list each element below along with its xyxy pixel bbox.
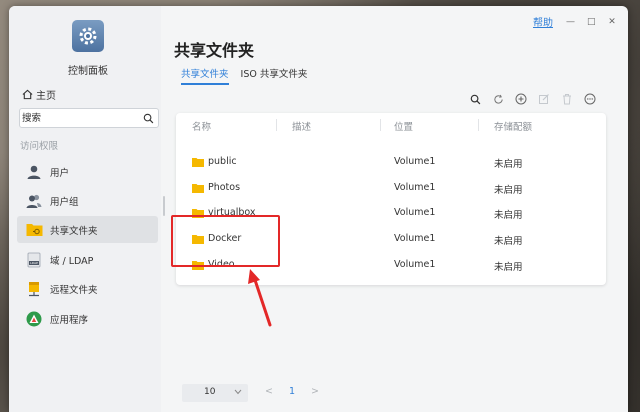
sidebar: 控制面板 主页 访问权限 用户 用户组 xyxy=(9,6,165,412)
sidebar-search-box[interactable] xyxy=(19,108,159,128)
sidebar-item-domain-ldap[interactable]: LDAP 域 / LDAP xyxy=(17,246,158,273)
sidebar-item-label: 用户 xyxy=(50,167,70,179)
chevron-down-icon xyxy=(234,389,242,395)
table-toolbar xyxy=(468,92,597,106)
page-size-select[interactable]: 10 xyxy=(182,384,248,402)
current-page[interactable]: 1 xyxy=(289,386,295,397)
column-divider xyxy=(478,119,479,131)
sidebar-item-applications[interactable]: 应用程序 xyxy=(17,305,158,332)
sidebar-item-label: 域 / LDAP xyxy=(50,255,94,267)
refresh-icon[interactable] xyxy=(491,92,505,106)
pagination: < 1 > xyxy=(265,386,319,397)
page-title: 共享文件夹 xyxy=(174,41,255,60)
control-panel-logo-icon xyxy=(72,20,104,52)
table-header: 名称 描述 位置 存储配额 xyxy=(176,113,606,135)
remote-folder-icon xyxy=(24,279,44,299)
folder-location: Volume1 xyxy=(394,182,436,193)
sidebar-item-label: 远程文件夹 xyxy=(50,284,98,296)
prev-page-button[interactable]: < xyxy=(265,386,273,397)
column-divider xyxy=(276,119,277,131)
folder-quota: 未启用 xyxy=(494,159,523,170)
folder-location: Volume1 xyxy=(394,233,436,244)
delete-icon[interactable] xyxy=(560,92,574,106)
user-group-icon xyxy=(24,191,44,211)
domain-ldap-icon: LDAP xyxy=(24,250,44,270)
tab-iso-shared-folders[interactable]: ISO 共享文件夹 xyxy=(241,66,308,85)
sidebar-item-users[interactable]: 用户 xyxy=(17,158,158,185)
next-page-button[interactable]: > xyxy=(311,386,319,397)
column-header-location[interactable]: 位置 xyxy=(394,119,413,133)
access-section-title: 访问权限 xyxy=(20,141,59,152)
shared-folder-icon xyxy=(24,220,44,240)
folder-quota: 未启用 xyxy=(494,185,523,196)
folder-location: Volume1 xyxy=(394,207,436,218)
arrow-annotation-icon xyxy=(248,269,272,327)
home-link[interactable]: 主页 xyxy=(22,87,56,102)
svg-text:LDAP: LDAP xyxy=(30,261,38,265)
column-header-quota[interactable]: 存储配额 xyxy=(494,119,532,133)
sidebar-scrollbar[interactable] xyxy=(163,196,165,216)
user-icon xyxy=(24,162,44,182)
application-icon xyxy=(24,309,44,329)
minimize-button[interactable]: — xyxy=(566,17,575,26)
add-icon[interactable] xyxy=(514,92,528,106)
app-title: 控制面板 xyxy=(68,66,108,77)
folder-quota: 未启用 xyxy=(494,262,523,273)
folder-name: Photos xyxy=(208,182,241,193)
table-row[interactable]: Photos Volume1 未启用 xyxy=(176,176,606,201)
sidebar-item-label: 用户组 xyxy=(50,196,79,208)
home-label: 主页 xyxy=(36,91,56,102)
folder-quota: 未启用 xyxy=(494,210,523,221)
folder-location: Volume1 xyxy=(394,156,436,167)
close-button[interactable]: ✕ xyxy=(608,17,616,26)
table-row[interactable]: public Volume1 未启用 xyxy=(176,150,606,175)
sidebar-item-remote-folders[interactable]: 远程文件夹 xyxy=(17,275,158,302)
sidebar-item-user-groups[interactable]: 用户组 xyxy=(17,187,158,214)
search-icon[interactable] xyxy=(468,92,482,106)
column-divider xyxy=(380,119,381,131)
page-size-value: 10 xyxy=(204,387,216,397)
window-controls: 帮助 — □ ✕ xyxy=(533,14,616,29)
more-icon[interactable] xyxy=(583,92,597,106)
highlight-annotation-box xyxy=(171,215,280,267)
folder-location: Volume1 xyxy=(394,259,436,270)
folder-name: public xyxy=(208,156,237,167)
search-icon[interactable] xyxy=(143,113,154,124)
sidebar-search-input[interactable] xyxy=(22,111,140,125)
sidebar-item-shared-folders[interactable]: 共享文件夹 xyxy=(17,216,158,243)
edit-icon[interactable] xyxy=(537,92,551,106)
folder-icon xyxy=(192,184,204,193)
folder-icon xyxy=(192,158,204,167)
tab-shared-folders[interactable]: 共享文件夹 xyxy=(181,66,229,85)
column-header-name[interactable]: 名称 xyxy=(192,119,211,133)
column-header-description[interactable]: 描述 xyxy=(292,119,311,133)
sidebar-item-label: 共享文件夹 xyxy=(50,225,98,237)
maximize-button[interactable]: □ xyxy=(587,17,596,26)
sidebar-item-label: 应用程序 xyxy=(50,314,89,326)
control-panel-window: 控制面板 主页 访问权限 用户 用户组 xyxy=(9,6,628,412)
help-link[interactable]: 帮助 xyxy=(533,14,553,29)
home-icon xyxy=(22,89,33,100)
folder-quota: 未启用 xyxy=(494,236,523,247)
tab-bar: 共享文件夹 ISO 共享文件夹 xyxy=(181,66,307,85)
